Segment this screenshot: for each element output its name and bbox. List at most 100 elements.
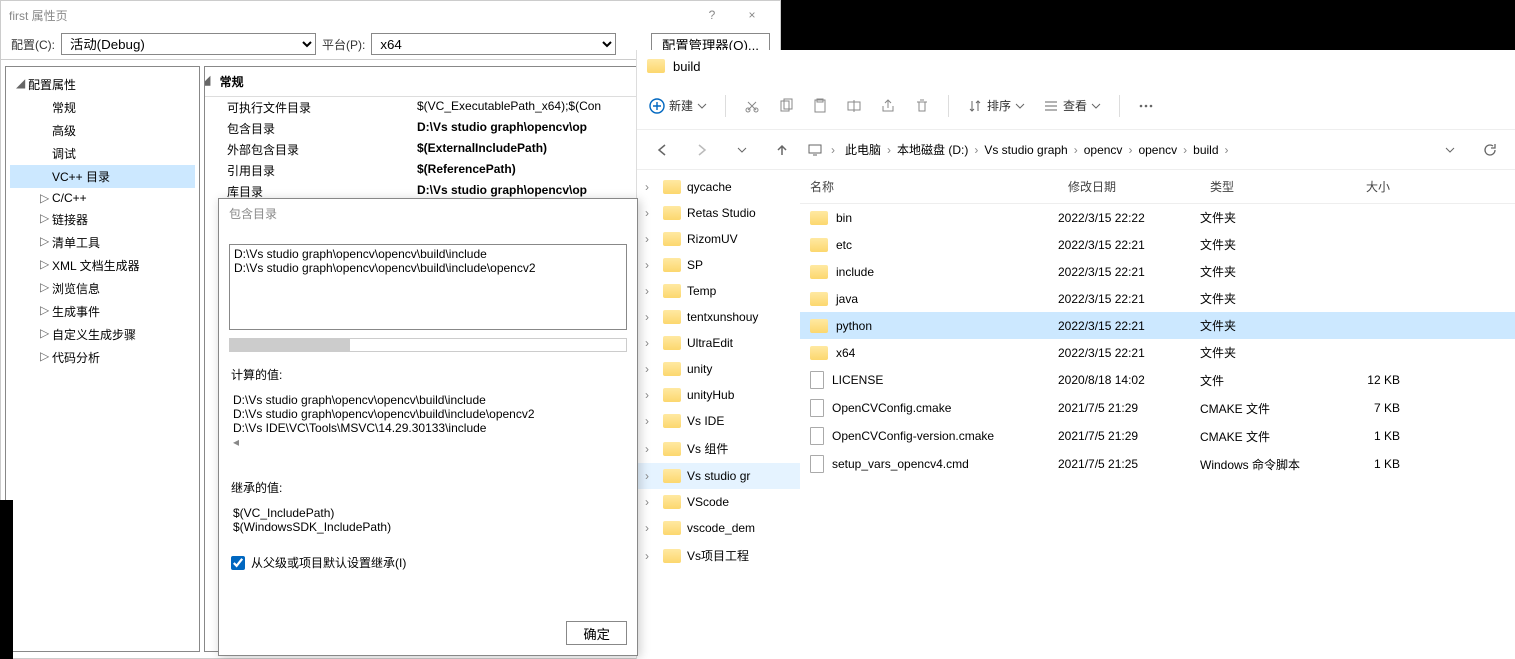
chevron-right-icon[interactable]: › xyxy=(645,442,657,456)
expand-icon[interactable]: ▷ xyxy=(40,211,49,225)
chevron-right-icon[interactable]: › xyxy=(645,469,657,483)
path-line[interactable]: D:\Vs studio graph\opencv\opencv\build\i… xyxy=(234,247,622,261)
chevron-right-icon[interactable]: › xyxy=(831,143,835,157)
config-tree[interactable]: ◢配置属性 常规高级调试VC++ 目录▷C/C++▷链接器▷清单工具▷XML 文… xyxy=(5,66,200,652)
tree-folder[interactable]: ›vscode_dem xyxy=(637,515,800,541)
expand-icon[interactable]: ▷ xyxy=(40,303,49,317)
tree-item[interactable]: ▷生成事件 xyxy=(10,300,195,323)
chevron-right-icon[interactable]: › xyxy=(645,206,657,220)
expand-icon[interactable]: ▷ xyxy=(40,257,49,271)
chevron-right-icon[interactable]: › xyxy=(645,284,657,298)
chevron-right-icon[interactable]: › xyxy=(645,310,657,324)
breadcrumb[interactable]: › 此电脑›本地磁盘 (D:)›Vs studio graph›opencv›o… xyxy=(807,141,1425,158)
expand-icon[interactable]: ▷ xyxy=(40,326,49,340)
tree-folder[interactable]: ›Vs IDE xyxy=(637,408,800,434)
tree-item[interactable]: ▷代码分析 xyxy=(10,346,195,369)
col-name[interactable]: 名称 xyxy=(800,170,1058,203)
new-button[interactable]: 新建 xyxy=(649,97,707,114)
copy-button[interactable] xyxy=(778,98,794,114)
tree-item[interactable]: ▷C/C++ xyxy=(10,188,195,208)
file-row[interactable]: etc 2022/3/15 22:21 文件夹 xyxy=(800,231,1515,258)
file-row[interactable]: include 2022/3/15 22:21 文件夹 xyxy=(800,258,1515,285)
tree-item[interactable]: ▷XML 文档生成器 xyxy=(10,254,195,277)
tree-folder[interactable]: ›RizomUV xyxy=(637,226,800,252)
ok-button[interactable]: 确定 xyxy=(566,621,627,645)
tree-item[interactable]: ▷浏览信息 xyxy=(10,277,195,300)
col-date[interactable]: 修改日期 xyxy=(1058,170,1200,203)
tree-folder[interactable]: ›UltraEdit xyxy=(637,330,800,356)
file-row[interactable]: x64 2022/3/15 22:21 文件夹 xyxy=(800,339,1515,366)
rename-button[interactable] xyxy=(846,98,862,114)
share-button[interactable] xyxy=(880,98,896,114)
file-row[interactable]: LICENSE 2020/8/18 14:02 文件 12 KB xyxy=(800,366,1515,394)
tree-item[interactable]: 常规 xyxy=(10,96,195,119)
forward-button[interactable] xyxy=(687,135,717,165)
tree-folder[interactable]: ›Vs studio gr xyxy=(637,463,800,489)
tree-item[interactable]: VC++ 目录 xyxy=(10,165,195,188)
paste-button[interactable] xyxy=(812,98,828,114)
expand-icon[interactable]: ▷ xyxy=(40,191,49,205)
chevron-right-icon[interactable]: › xyxy=(645,521,657,535)
expand-icon[interactable]: ▷ xyxy=(40,349,49,363)
file-list[interactable]: 名称 修改日期 类型 大小 bin 2022/3/15 22:22 文件夹 et… xyxy=(800,170,1515,659)
inherit-checkbox[interactable]: 从父级或项目默认设置继承(I) xyxy=(231,554,625,571)
include-paths-list[interactable]: D:\Vs studio graph\opencv\opencv\build\i… xyxy=(229,244,627,330)
chevron-right-icon[interactable]: › xyxy=(645,336,657,350)
chevron-right-icon[interactable]: › xyxy=(645,258,657,272)
breadcrumb-item[interactable]: 此电脑 xyxy=(839,139,887,161)
config-select[interactable]: 活动(Debug) xyxy=(61,33,316,55)
tree-folder[interactable]: ›unityHub xyxy=(637,382,800,408)
back-button[interactable] xyxy=(647,135,677,165)
tree-folder[interactable]: ›SP xyxy=(637,252,800,278)
more-button[interactable] xyxy=(1138,98,1154,114)
cut-button[interactable] xyxy=(744,98,760,114)
chevron-right-icon[interactable]: › xyxy=(645,362,657,376)
history-button[interactable] xyxy=(727,135,757,165)
explorer-tree[interactable]: ›qycache›Retas Studio›RizomUV›SP›Temp›te… xyxy=(637,170,800,659)
tree-item[interactable]: ▷链接器 xyxy=(10,208,195,231)
tree-folder[interactable]: ›unity xyxy=(637,356,800,382)
chevron-right-icon[interactable]: › xyxy=(645,388,657,402)
tree-item[interactable]: ▷自定义生成步骤 xyxy=(10,323,195,346)
sort-button[interactable]: 排序 xyxy=(967,97,1025,114)
file-row[interactable]: OpenCVConfig.cmake 2021/7/5 21:29 CMAKE … xyxy=(800,394,1515,422)
collapse-icon[interactable]: ◢ xyxy=(205,73,210,87)
tree-folder[interactable]: ›Vs 组件 xyxy=(637,434,800,463)
view-button[interactable]: 查看 xyxy=(1043,97,1101,114)
up-button[interactable] xyxy=(767,135,797,165)
file-row[interactable]: python 2022/3/15 22:21 文件夹 xyxy=(800,312,1515,339)
expand-icon[interactable]: ▷ xyxy=(40,234,49,248)
breadcrumb-item[interactable]: 本地磁盘 (D:) xyxy=(891,139,974,161)
breadcrumb-item[interactable]: build xyxy=(1187,139,1224,161)
tree-folder[interactable]: ›tentxunshouy xyxy=(637,304,800,330)
tree-folder[interactable]: ›qycache xyxy=(637,174,800,200)
tree-root[interactable]: ◢配置属性 xyxy=(10,73,195,96)
platform-select[interactable]: x64 xyxy=(371,33,616,55)
tree-item[interactable]: 高级 xyxy=(10,119,195,142)
close-button[interactable]: × xyxy=(732,1,772,29)
chevron-right-icon[interactable]: › xyxy=(645,414,657,428)
crumbs-dropdown[interactable] xyxy=(1435,135,1465,165)
breadcrumb-item[interactable]: opencv xyxy=(1078,139,1129,161)
tree-item[interactable]: 调试 xyxy=(10,142,195,165)
refresh-button[interactable] xyxy=(1475,135,1505,165)
delete-button[interactable] xyxy=(914,98,930,114)
collapse-icon[interactable]: ◢ xyxy=(16,76,25,90)
breadcrumb-item[interactable]: Vs studio graph xyxy=(978,139,1073,161)
chevron-right-icon[interactable]: › xyxy=(645,495,657,509)
chevron-right-icon[interactable]: › xyxy=(1225,143,1229,157)
tree-folder[interactable]: ›VScode xyxy=(637,489,800,515)
expand-icon[interactable]: ▷ xyxy=(40,280,49,294)
file-row[interactable]: OpenCVConfig-version.cmake 2021/7/5 21:2… xyxy=(800,422,1515,450)
help-button[interactable]: ? xyxy=(692,1,732,29)
col-type[interactable]: 类型 xyxy=(1200,170,1320,203)
tree-folder[interactable]: ›Retas Studio xyxy=(637,200,800,226)
col-size[interactable]: 大小 xyxy=(1320,170,1400,203)
tree-folder[interactable]: ›Temp xyxy=(637,278,800,304)
chevron-right-icon[interactable]: › xyxy=(645,549,657,563)
path-line[interactable]: D:\Vs studio graph\opencv\opencv\build\i… xyxy=(234,261,622,275)
tree-folder[interactable]: ›Vs项目工程 xyxy=(637,541,800,570)
breadcrumb-item[interactable]: opencv xyxy=(1132,139,1183,161)
inherit-checkbox-input[interactable] xyxy=(231,556,245,570)
tree-item[interactable]: ▷清单工具 xyxy=(10,231,195,254)
